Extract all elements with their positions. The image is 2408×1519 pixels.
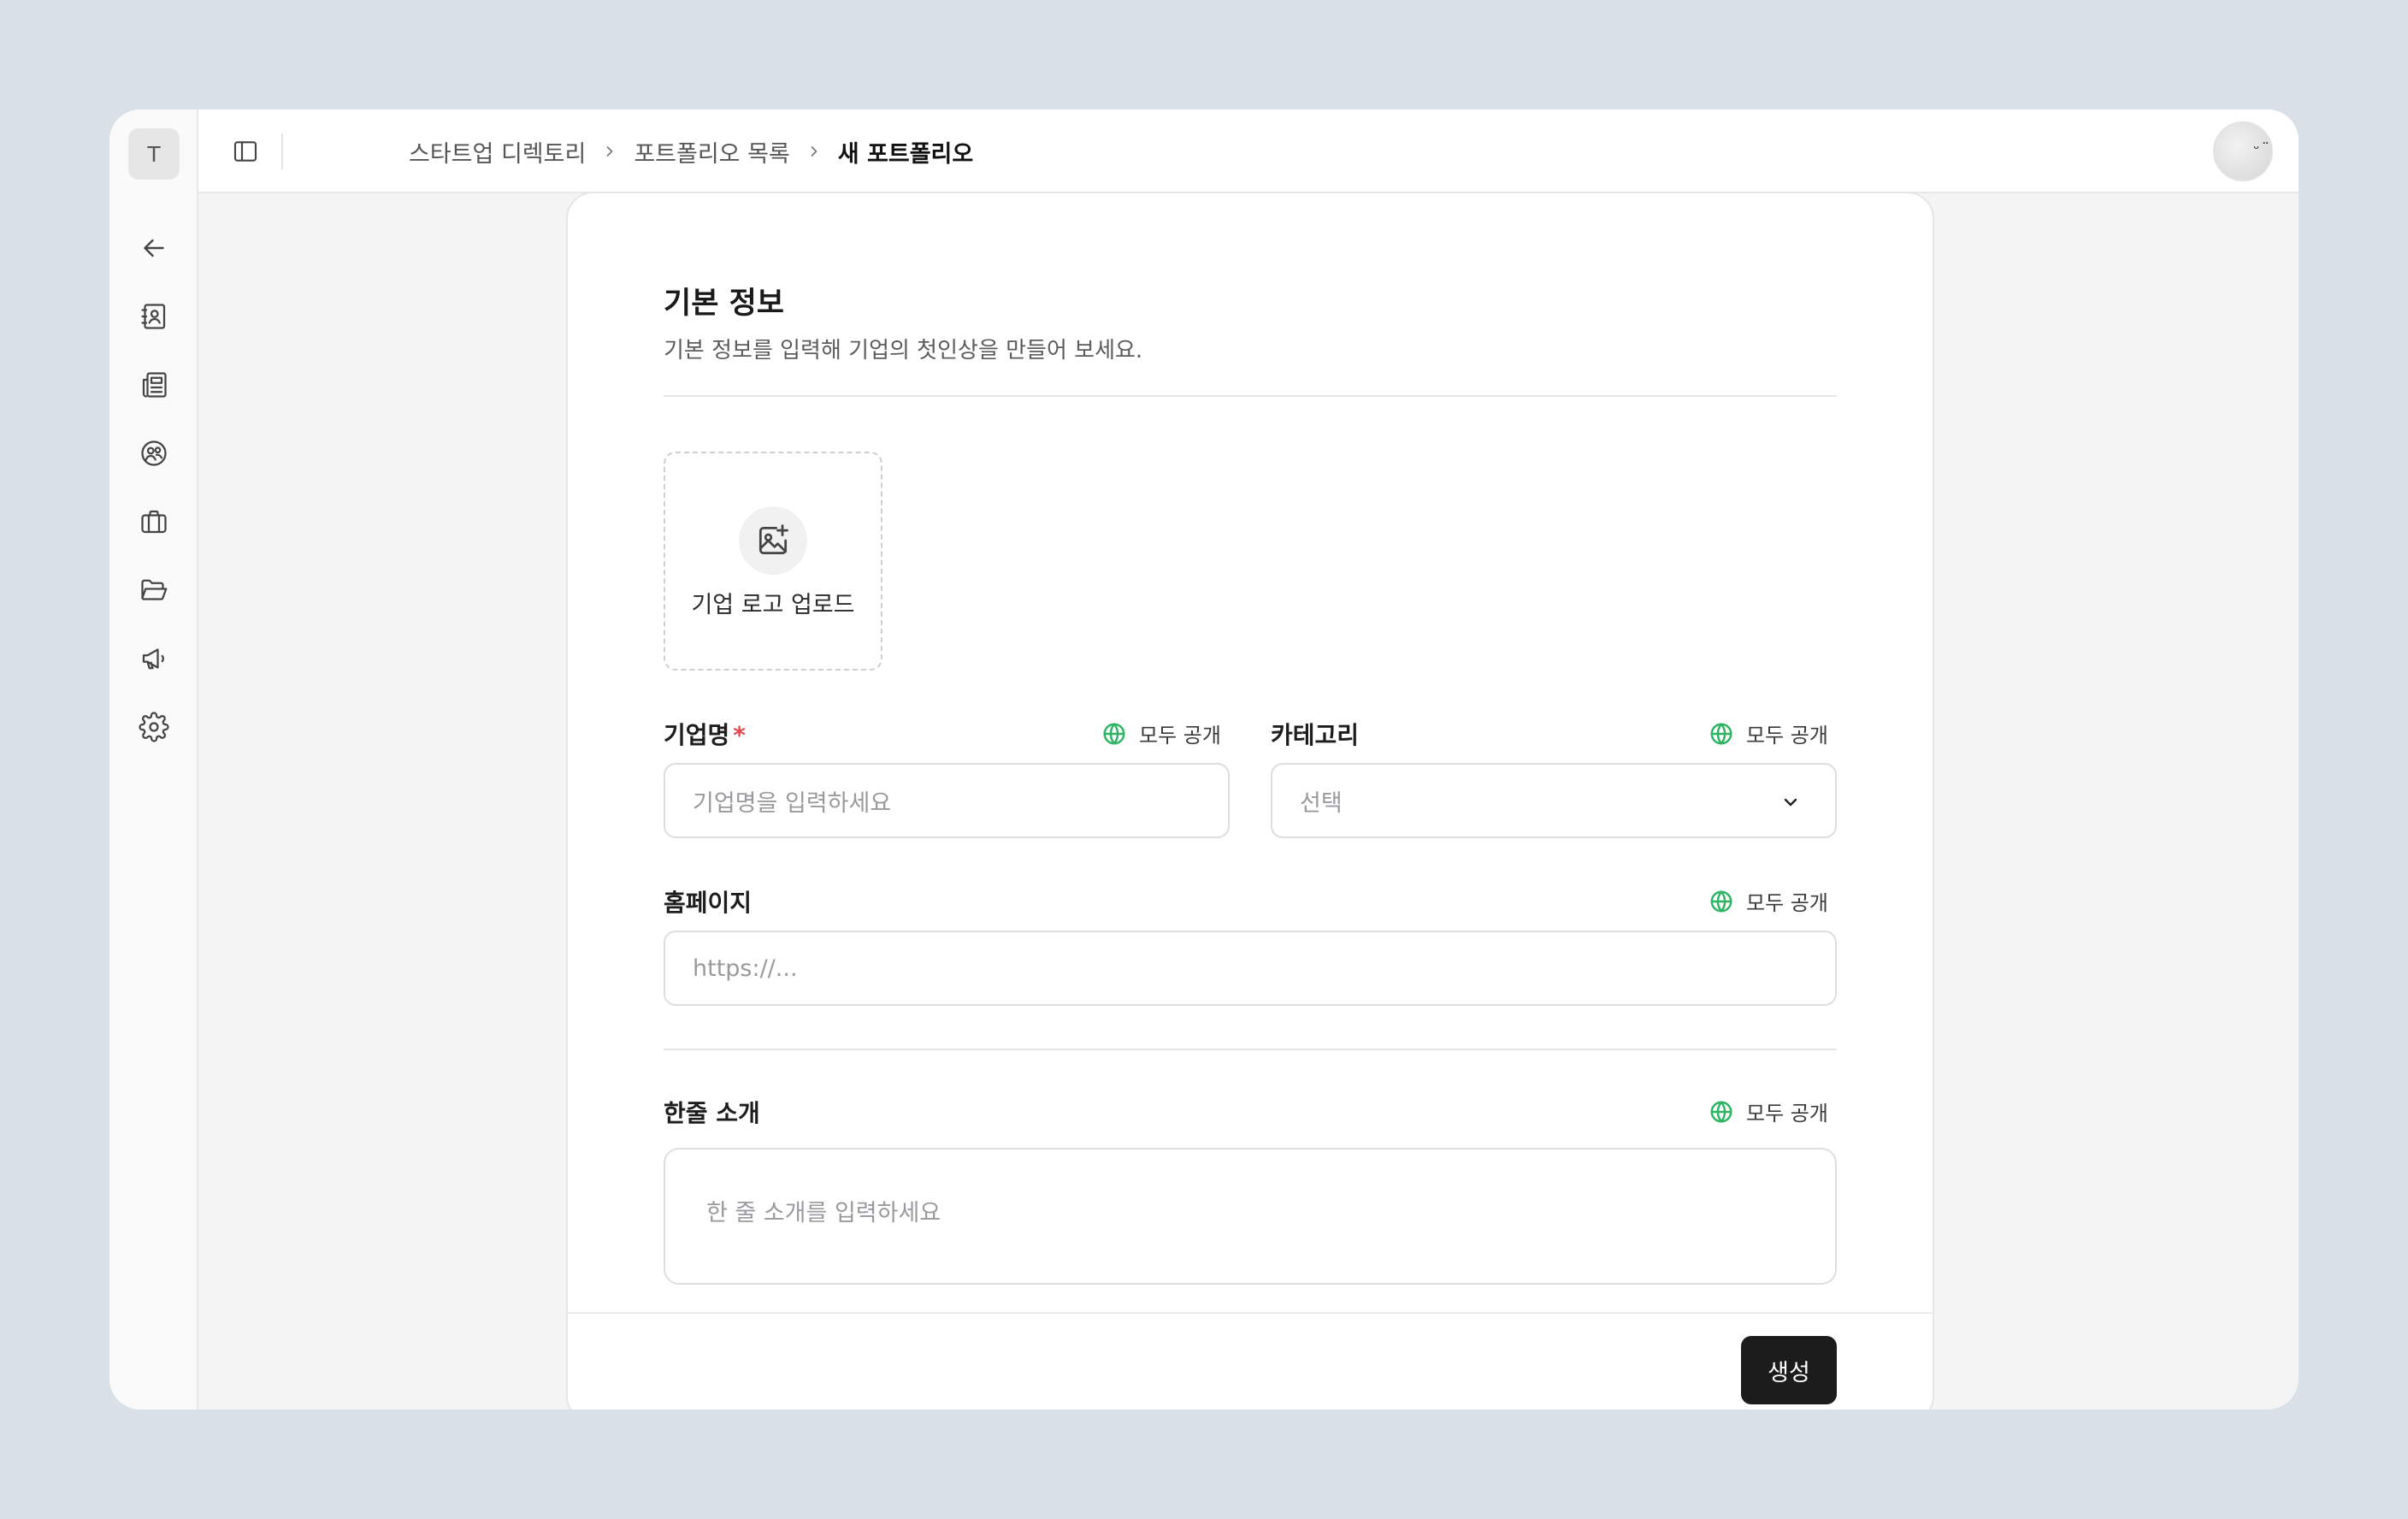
visibility-label: 모두 공개	[1746, 891, 1828, 915]
company-name-label: 기업명 *	[664, 717, 746, 751]
workspace-badge[interactable]: T	[128, 128, 180, 180]
category-select-value: 선택	[1300, 789, 1343, 817]
company-name-visibility[interactable]: 모두 공개	[1101, 718, 1221, 748]
homepage-visibility[interactable]: 모두 공개	[1709, 886, 1828, 916]
avatar-face: ᵕ̈	[2252, 140, 2261, 158]
homepage-label: 홈페이지	[664, 889, 752, 917]
contact-book-icon[interactable]	[135, 298, 173, 335]
breadcrumb-item-current: 새 포트폴리오	[837, 140, 974, 168]
tagline-textarea[interactable]: 한 줄 소개를 입력하세요	[664, 1148, 1837, 1285]
visibility-label: 모두 공개	[1746, 724, 1828, 748]
visibility-label: 모두 공개	[1139, 724, 1221, 748]
avatar[interactable]: ᵕ̈	[2213, 121, 2273, 181]
section-description: 기본 정보를 입력해 기업의 첫인상을 만들어 보세요.	[664, 338, 1143, 363]
portfolio-form-card: 기본 정보 기본 정보를 입력해 기업의 첫인상을 만들어 보세요. 기업 로고…	[566, 192, 1934, 1410]
gear-icon[interactable]	[135, 708, 173, 746]
briefcase-icon[interactable]	[135, 503, 173, 541]
megaphone-icon[interactable]	[135, 640, 173, 677]
globe-icon	[1710, 890, 1732, 912]
category-label: 카테고리	[1271, 721, 1360, 749]
users-circle-icon[interactable]	[135, 434, 173, 472]
topbar: 스타트업 디렉토리 포트폴리오 목록 새 포트폴리오 ᵕ̈	[198, 109, 2299, 193]
chevron-right-icon	[806, 143, 823, 160]
app-window: T 스타트업 디렉토리 포트폴리오 목록 새 포트폴리오 ᵕ̈ 기본 정보 기본…	[109, 109, 2299, 1410]
chevron-down-icon	[1780, 792, 1801, 813]
folder-open-icon[interactable]	[135, 571, 173, 609]
tagline-label: 한줄 소개	[664, 1099, 760, 1127]
image-plus-icon	[739, 506, 807, 575]
company-name-input[interactable]: 기업명을 입력하세요	[664, 763, 1230, 838]
create-button[interactable]: 생성	[1741, 1336, 1837, 1404]
category-visibility[interactable]: 모두 공개	[1709, 718, 1828, 748]
sidebar: T	[109, 109, 198, 1410]
logo-upload-label: 기업 로고 업로드	[691, 592, 855, 618]
globe-icon	[1710, 1101, 1732, 1122]
arrow-left-icon[interactable]	[135, 229, 173, 267]
sidebar-toggle-icon[interactable]	[227, 133, 263, 169]
section-title: 기본 정보	[664, 287, 784, 321]
category-select[interactable]: 선택	[1271, 763, 1837, 838]
card-footer: 생성	[568, 1312, 1933, 1410]
field-divider	[664, 1049, 1837, 1050]
logo-upload-dropzone[interactable]: 기업 로고 업로드	[664, 452, 882, 671]
tagline-visibility[interactable]: 모두 공개	[1709, 1096, 1828, 1126]
required-mark: *	[733, 721, 746, 749]
topbar-divider	[281, 133, 283, 169]
globe-icon	[1103, 723, 1125, 744]
section-divider	[664, 395, 1837, 397]
breadcrumb-item-directory[interactable]: 스타트업 디렉토리	[409, 135, 586, 168]
company-name-label-text: 기업명	[664, 721, 730, 749]
breadcrumb: 스타트업 디렉토리 포트폴리오 목록 새 포트폴리오	[409, 109, 973, 193]
chevron-right-icon	[601, 143, 618, 160]
homepage-input[interactable]: https://...	[664, 931, 1837, 1006]
visibility-label: 모두 공개	[1746, 1102, 1828, 1126]
newspaper-icon[interactable]	[135, 366, 173, 404]
globe-icon	[1710, 723, 1732, 744]
breadcrumb-item-portfolio-list[interactable]: 포트폴리오 목록	[634, 135, 789, 168]
